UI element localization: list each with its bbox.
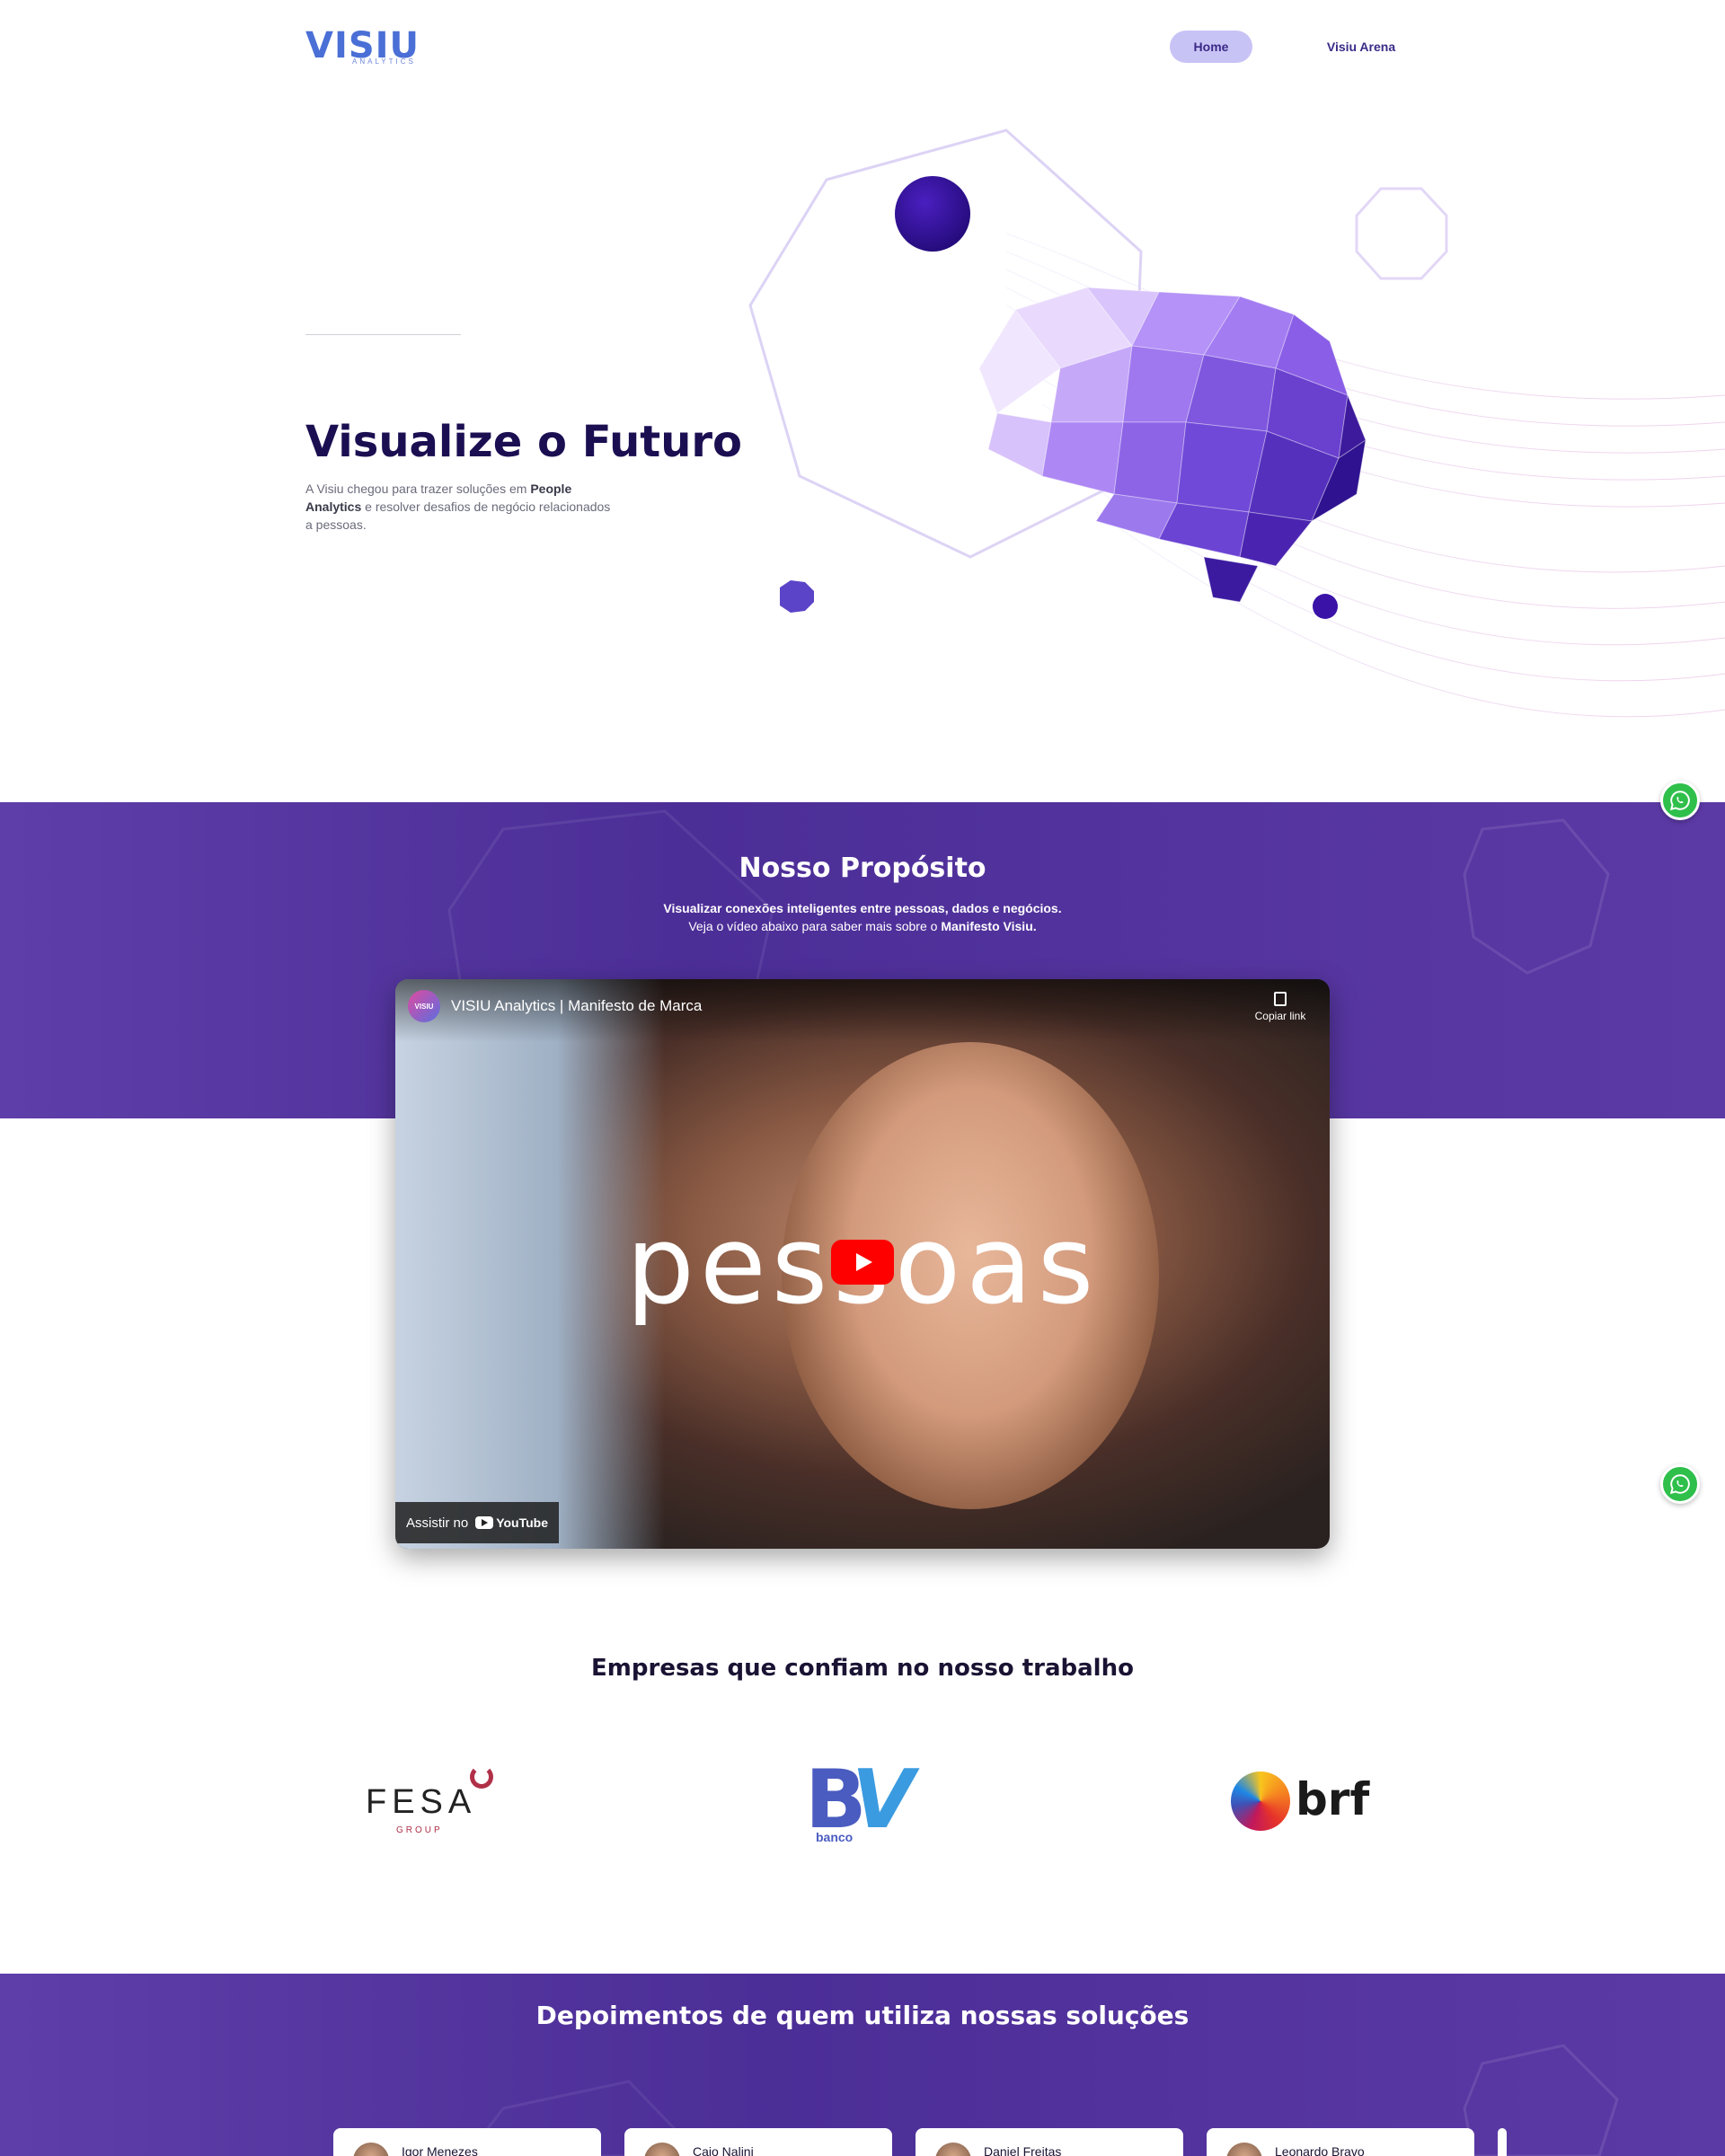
- whatsapp-button[interactable]: [1660, 781, 1700, 820]
- testimonial-card[interactable]: Caio Nalini: [624, 2128, 892, 2156]
- fesa-wordmark: FESA: [366, 1783, 477, 1821]
- copy-link-button[interactable]: Copiar link: [1240, 988, 1321, 1033]
- testimonial-card[interactable]: Leonardo Bravo: [1207, 2128, 1474, 2156]
- testimonial-author: Daniel Freitas: [984, 2144, 1062, 2156]
- bv-sub: banco: [816, 1830, 854, 1844]
- brf-ball-icon: [1231, 1772, 1290, 1831]
- testimonial-card-partial[interactable]: [1498, 2128, 1507, 2156]
- hero-divider: [305, 334, 461, 335]
- watch-on-label: Assistir no: [406, 1515, 469, 1531]
- copy-link-label: Copiar link: [1254, 1010, 1306, 1022]
- testimonial-author: Igor Menezes: [402, 2144, 478, 2156]
- hero-brain-illustration: [748, 128, 1725, 718]
- fesa-sub: GROUP: [396, 1825, 443, 1835]
- hero-title: Visualize o Futuro: [305, 417, 743, 467]
- purpose-subtitle: Visualizar conexões inteligentes entre p…: [663, 901, 1062, 915]
- watch-on-youtube-button[interactable]: Assistir no YouTube: [395, 1502, 559, 1543]
- whatsapp-icon: [1669, 791, 1690, 811]
- manifesto-link-text: Manifesto Visiu.: [941, 919, 1037, 933]
- testimonial-card[interactable]: Igor Menezes: [333, 2128, 601, 2156]
- testimonials-title: Depoimentos de quem utiliza nossas soluç…: [535, 2001, 1190, 2030]
- testimonial-author: Leonardo Bravo: [1275, 2144, 1365, 2156]
- nav-home-link[interactable]: Home: [1170, 31, 1252, 63]
- testimonials-section: Depoimentos de quem utiliza nossas soluç…: [0, 1974, 1725, 2156]
- purpose-title: Nosso Propósito: [739, 853, 986, 884]
- whatsapp-icon: [1669, 1474, 1690, 1495]
- whatsapp-button[interactable]: [1660, 1464, 1700, 1504]
- nav-visiu-arena-link[interactable]: Visiu Arena: [1307, 31, 1415, 63]
- site-header: VISIU ANALYTICS Home Visiu Arena: [0, 0, 1725, 99]
- testimonial-card[interactable]: Daniel Freitas: [916, 2128, 1183, 2156]
- avatar: [644, 2143, 680, 2156]
- fesa-group-logo: FESA GROUP: [364, 1765, 499, 1837]
- testimonial-author: Caio Nalini: [693, 2144, 754, 2156]
- brf-wordmark: brf: [1296, 1773, 1370, 1825]
- hero-text-before: A Visiu chegou para trazer soluções em: [305, 482, 531, 496]
- visiu-logo[interactable]: VISIU ANALYTICS: [305, 25, 419, 68]
- hero-section: Visualize o Futuro A Visiu chegou para t…: [0, 99, 1725, 802]
- banco-bv-logo: V B banco: [800, 1753, 925, 1851]
- manifesto-video-player[interactable]: VISIU VISIU Analytics | Manifesto de Mar…: [395, 979, 1330, 1549]
- channel-avatar[interactable]: VISIU: [408, 990, 440, 1022]
- youtube-wordmark: YouTube: [496, 1515, 548, 1530]
- companies-title: Empresas que confiam no nosso trabalho: [591, 1655, 1134, 1682]
- avatar: [935, 2143, 971, 2156]
- youtube-logo-icon: YouTube: [475, 1515, 548, 1530]
- play-icon[interactable]: [831, 1240, 894, 1285]
- hero-description: A Visiu chegou para trazer soluções em P…: [305, 480, 620, 534]
- avatar: [353, 2143, 389, 2156]
- purpose-hint-text: Veja o vídeo abaixo para saber mais sobr…: [688, 919, 942, 933]
- logo-subtitle: ANALYTICS: [352, 57, 416, 66]
- copy-link-icon: [1274, 992, 1287, 1006]
- fesa-ring-icon: [470, 1765, 493, 1789]
- youtube-play-mark: [475, 1516, 494, 1529]
- avatar: [1226, 2143, 1262, 2156]
- brf-logo: brf: [1229, 1770, 1369, 1837]
- video-title[interactable]: VISIU Analytics | Manifesto de Marca: [451, 997, 702, 1015]
- purpose-video-hint: Veja o vídeo abaixo para saber mais sobr…: [0, 919, 1725, 933]
